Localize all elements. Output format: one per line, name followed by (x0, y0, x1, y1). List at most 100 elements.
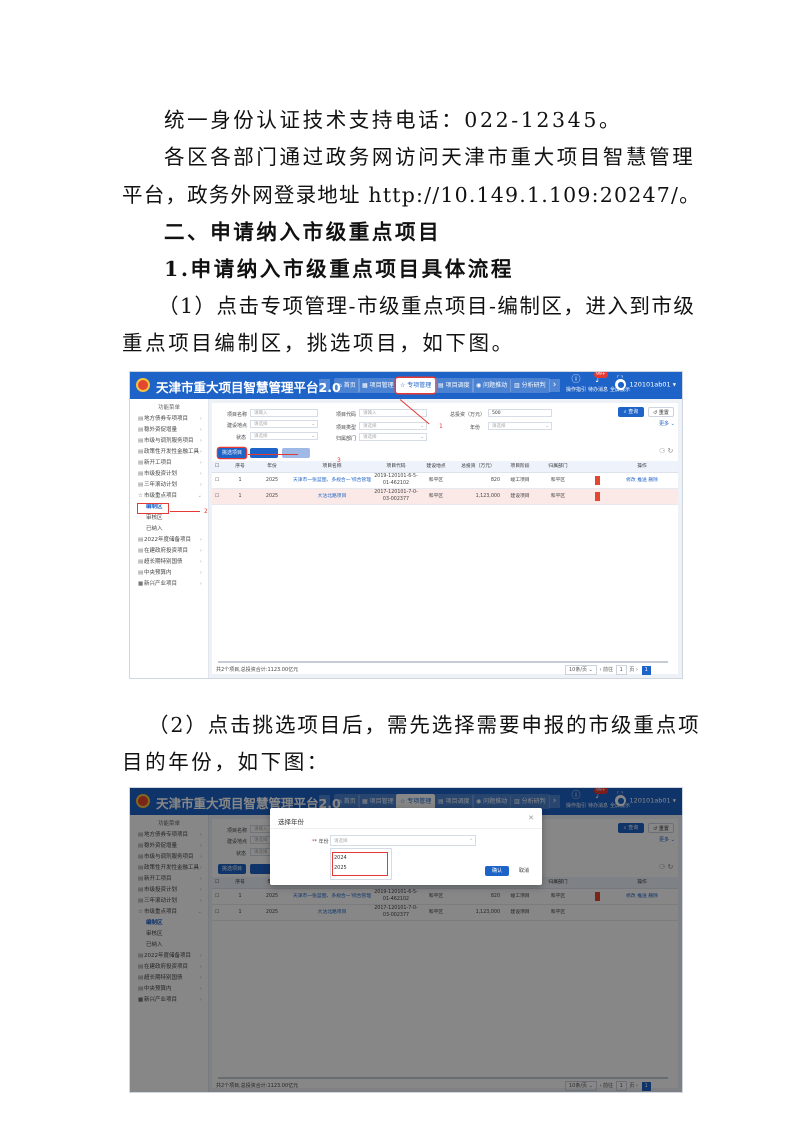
cell-dept: 和平区 (550, 478, 566, 483)
cell-invest: 1,123,000 (475, 494, 500, 499)
header-no: 序号 (235, 464, 245, 469)
pagination: 10条/页 ⌄ ‹ 前往 1 页 › 1 (564, 665, 651, 675)
cell-name[interactable]: 天津市一张蓝图、多规合一'综合管理 (292, 473, 372, 488)
nav-tab-project-mgmt[interactable]: ▦ 项目管理 (358, 378, 398, 393)
sidebar-item-central-budget[interactable]: ▤中央预算内 › (130, 568, 208, 579)
page-size-select[interactable]: 10条/页 ⌄ (565, 665, 597, 675)
dialog-title: 选择年份 (278, 818, 304, 826)
annotation-2: 2 (204, 508, 208, 515)
app-title: 天津市重大项目智慧管理平台2.0 (156, 380, 341, 395)
sidebar-item-investment-plan[interactable]: ▤市级投资计划 › (130, 469, 208, 480)
subsection-heading: 1.申请纳入市级重点项目具体流程 (164, 257, 514, 281)
table-settings-icons[interactable]: ⚆ ↻ (659, 447, 673, 455)
header-name: 项目名称 (322, 464, 342, 469)
cell-stage: 建设项目 (510, 494, 530, 499)
filter-place-select[interactable]: 请选择⌄ (250, 420, 318, 428)
sidebar-item-foreign-investment[interactable]: ▤稳外资促增量 › (130, 425, 208, 436)
nav-tab-issues[interactable]: ◉ 问题推动 (472, 378, 512, 393)
sidebar-item-new-construction[interactable]: ▤新开工项目 › (130, 458, 208, 469)
filter-invest-input[interactable]: 500 (488, 409, 552, 417)
filter-status-select[interactable]: 请选择⌄ (250, 432, 318, 440)
pick-project-button[interactable]: 挑选项目 (218, 448, 246, 458)
cell-place: 和平区 (428, 478, 444, 483)
row-status-marker (595, 476, 600, 485)
sidebar-item-finance-tools[interactable]: ▤政策性开发性金融工具 › (130, 447, 208, 458)
app-logo (136, 378, 150, 392)
pager-prev[interactable]: ‹ (599, 667, 601, 673)
row-checkbox[interactable]: ☐ (213, 473, 221, 488)
select-year-dialog: 选择年份 ✕ ** 年份 请选择 ⌃ 2024 2025 确认 取消 (270, 808, 542, 885)
sidebar-item-2022-reserve[interactable]: ▤2022年度储备项目 › (130, 535, 208, 546)
row-checkbox[interactable]: ☐ (213, 489, 221, 504)
nav-prev-button[interactable]: ‹ (319, 379, 330, 392)
cell-no: 1 (238, 494, 242, 499)
support-phone-line: 统一身份认证技术支持电话：022-12345。 (164, 108, 623, 132)
annotation-line-2 (170, 511, 200, 513)
chart-icon: ▥ (514, 382, 522, 389)
section-heading: 二、申请纳入市级重点项目 (164, 220, 442, 244)
search-button[interactable]: ⌕ 查询 (618, 407, 644, 417)
reset-button[interactable]: ↺ 重置 (648, 407, 674, 417)
messages-tool[interactable]: ♪ 99+ 待办消息 (588, 372, 608, 393)
sidebar-item-gov-investment[interactable]: ▤在建政府投资项目 › (130, 546, 208, 557)
filter-name-input[interactable]: 请输入 (250, 409, 318, 417)
toolbar-button-3[interactable] (282, 448, 310, 458)
filter-label-code: 项目代码 (336, 412, 357, 418)
horizontal-scrollbar[interactable] (218, 661, 668, 663)
filter-type-select[interactable]: 请选择 ⌄ (359, 422, 427, 430)
screenshot-select-year: 天津市重大项目智慧管理平台2.0 ‹ ⌂ 首页 ▦ 项目管理 ☆ 专项管理 ▤ … (129, 787, 683, 1093)
filter-year-select[interactable]: 请选择 ⌄ (488, 422, 552, 430)
cell-stage: 竣工项目 (510, 478, 530, 483)
select-all-checkbox[interactable]: ☐ (213, 461, 221, 472)
message-badge: 99+ (594, 372, 608, 378)
cancel-button[interactable]: 取消 (513, 866, 535, 876)
page-jump-input[interactable]: 1 (615, 665, 627, 675)
year-options-dropdown: 2024 2025 (330, 848, 392, 880)
sidebar-title: 功能菜单 (157, 405, 180, 411)
guide-tool[interactable]: ⓘ 操作指引 (566, 375, 586, 393)
row-status-marker (595, 492, 600, 501)
user-menu[interactable]: ● 120101ab01 ▾ (615, 379, 676, 390)
cell-no: 1 (238, 478, 242, 483)
filter-label-name: 项目名称 (227, 412, 248, 418)
current-page[interactable]: 1 (641, 666, 651, 675)
sidebar-item-local-bonds[interactable]: ▤地方债券专项项目 › (130, 414, 208, 425)
confirm-button[interactable]: 确认 (485, 866, 509, 876)
step1-line2: 重点项目编制区，挑选项目，如下图。 (122, 331, 515, 355)
sidebar-item-emerging-industry[interactable]: ■新兴产业项目 › (130, 579, 208, 590)
year-select[interactable]: 请选择 ⌃ (330, 835, 476, 846)
filter-label-status: 状态 (236, 435, 247, 441)
header-place: 建设地点 (426, 464, 446, 469)
more-filters-link[interactable]: 更多 ⌄ (659, 420, 675, 427)
toolbar-button-2[interactable] (250, 448, 278, 458)
table-row[interactable]: ☐ 1 2025 天津市一张蓝图、多规合一'综合管理 2019-120101-6… (212, 473, 678, 489)
sidebar-item-special-bonds[interactable]: ▤超长期特别国债 › (130, 557, 208, 568)
nav-tab-home[interactable]: ⌂ 首页 (334, 378, 360, 393)
table-row[interactable]: ☐ 1 2025 大沽北路项目 2017-120101-7-0-03-00237… (212, 489, 678, 505)
cell-dept: 和平区 (550, 494, 566, 499)
header-invest: 总投资（万元） (461, 464, 495, 469)
nav-next-button[interactable]: › (549, 379, 560, 392)
annotation-line-3 (248, 454, 298, 456)
access-paragraph-line1: 各区各部门通过政务网访问天津市重大项目智慧管理 (164, 145, 696, 169)
cell-name[interactable]: 大沽北路项目 (292, 489, 372, 504)
screenshot-edit-area: 天津市重大项目智慧管理平台2.0 ‹ ⌂ 首页 ▦ 项目管理 ☆ 专项管理 ▤ … (129, 371, 683, 679)
calendar-icon: ▤ (438, 382, 446, 389)
close-icon[interactable]: ✕ (528, 814, 534, 822)
pager-next[interactable]: › (636, 667, 638, 673)
sidebar-item-adjust-service[interactable]: ▤市级与调剂服务项目 › (130, 436, 208, 447)
nav-tab-special-mgmt[interactable]: ☆ 专项管理 (396, 378, 436, 393)
app-topbar: 天津市重大项目智慧管理平台2.0 ‹ ⌂ 首页 ▦ 项目管理 ☆ 专项管理 ▤ … (130, 372, 682, 399)
nav-tab-scheduling[interactable]: ▤ 项目调度 (434, 378, 474, 393)
grid-icon: ▦ (362, 382, 370, 389)
sidebar-item-review-area[interactable]: 审核区 (130, 513, 208, 524)
filter-dept-select[interactable]: 请选择 ⌄ (359, 433, 427, 441)
sidebar-item-rolling-plan[interactable]: ▤三年滚动计划 › (130, 480, 208, 491)
info-icon: ⓘ (571, 375, 581, 385)
nav-tab-analysis[interactable]: ▥ 分析研判 (510, 378, 550, 393)
filter-label-type: 项目类型 (336, 425, 357, 431)
sidebar-item-included[interactable]: 已纳入 (130, 524, 208, 535)
user-avatar-icon: ● (615, 379, 627, 390)
sidebar-item-key-projects[interactable]: ☆市级重点项目 ⌄ (130, 491, 208, 502)
cell-ops[interactable]: 修改 推送 删除 (612, 473, 672, 488)
